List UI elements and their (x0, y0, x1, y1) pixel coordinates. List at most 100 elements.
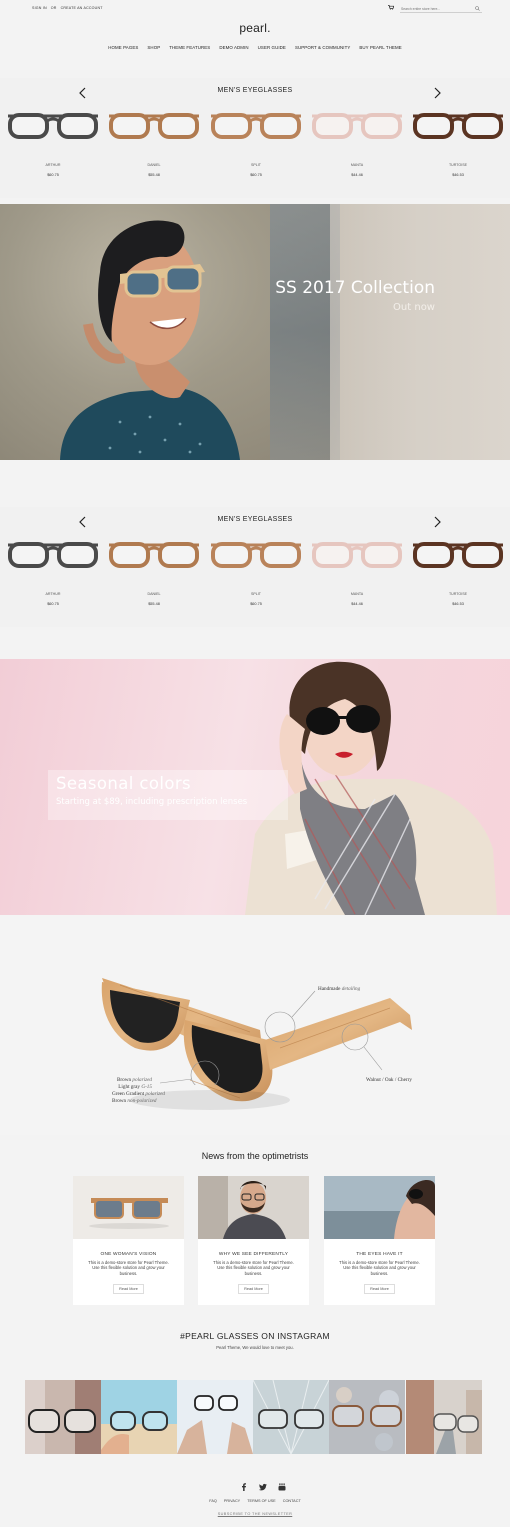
news-image[interactable] (324, 1176, 435, 1239)
nav-demo-admin[interactable]: DEMO ADMIN (219, 45, 248, 50)
eyeglasses-image (8, 542, 98, 568)
read-more-button[interactable]: Read More (364, 1284, 395, 1294)
product-card-turtoise[interactable]: TURTOISE $46.53 (411, 106, 505, 186)
facebook-icon[interactable] (240, 1483, 248, 1491)
search-input[interactable] (401, 5, 471, 12)
footer-link-terms[interactable]: TERMS OF USE (247, 1499, 275, 1503)
product-name: SPLIT (251, 163, 261, 167)
product-name: DANIEL (147, 592, 161, 596)
product-card-split[interactable]: SPLIT $60.75 (209, 535, 303, 615)
search-icon[interactable] (475, 6, 480, 11)
product-price: $60.75 (250, 173, 262, 177)
feature-label-handmade: Handmade detailing (318, 986, 360, 992)
banner-title: Seasonal colors (56, 774, 192, 793)
nav-home-pages[interactable]: HOME PAGES (108, 45, 138, 50)
collection-banner[interactable]: SS 2017 Collection Out now (0, 204, 510, 460)
product-name: ARTHUR (45, 163, 61, 167)
product-card-daniel[interactable]: DANIEL $55.48 (107, 535, 201, 615)
product-card-manta[interactable]: MANTA $44.46 (310, 106, 404, 186)
carousel-next-button[interactable] (432, 86, 442, 99)
product-carousel-2: MEN'S EYEGLASSES ARTHUR $60.75 DANIEL $55.… (0, 507, 510, 627)
sign-in-link[interactable]: SIGN IN (32, 6, 47, 10)
banner-title: SS 2017 Collection (275, 278, 435, 298)
nav-shop[interactable]: SHOP (147, 45, 160, 50)
main-nav: HOME PAGES SHOP THEME FEATURES DEMO ADMIN US… (0, 45, 510, 50)
carousel-prev-button[interactable] (78, 515, 88, 528)
instagram-photo[interactable] (25, 1380, 101, 1454)
product-name: SPLIT (251, 592, 261, 596)
nav-theme-features[interactable]: THEME FEATURES (169, 45, 210, 50)
banner-subtitle: Starting at $89, including prescription … (56, 797, 248, 807)
beach-glasses-photo (101, 1380, 177, 1454)
eyeglasses-image (312, 542, 402, 568)
nav-support-community[interactable]: SUPPORT & COMMUNITY (295, 45, 350, 50)
banner-subtitle: Out now (393, 302, 435, 313)
instagram-photo[interactable] (406, 1380, 482, 1454)
eyeglasses-image (8, 113, 98, 139)
lens-name: Light gray (118, 1084, 141, 1090)
product-price: $60.75 (250, 602, 262, 606)
callout-lines (159, 990, 383, 1085)
news-card-body: This is a demo-store store for Pearl The… (339, 1260, 420, 1276)
winter-glasses-photo (177, 1380, 253, 1454)
product-card-arthur[interactable]: ARTHUR $60.75 (6, 535, 100, 615)
news-card-title[interactable]: THE EYES HAVE IT (324, 1252, 435, 1257)
cart-icon[interactable] (388, 5, 394, 10)
bokeh-glasses-photo (329, 1380, 405, 1454)
seasonal-banner[interactable]: Seasonal colors Starting at $89, includi… (0, 659, 510, 915)
read-more-button[interactable]: Read More (113, 1284, 144, 1294)
carousel-next-button[interactable] (432, 515, 442, 528)
city-street-glasses-photo (406, 1380, 482, 1454)
news-image[interactable] (73, 1176, 184, 1239)
product-price: $55.48 (148, 602, 160, 606)
instagram-photo[interactable] (101, 1380, 177, 1454)
product-card-arthur[interactable]: ARTHUR $60.75 (6, 106, 100, 186)
top-bar: SIGN IN OR CREATE AN ACCOUNT (0, 0, 510, 18)
twitter-icon[interactable] (259, 1483, 267, 1491)
instagram-photo[interactable] (177, 1380, 253, 1454)
youtube-icon[interactable] (278, 1483, 286, 1491)
nav-user-guide[interactable]: USER GUIDE (258, 45, 286, 50)
instagram-photo[interactable] (329, 1380, 405, 1454)
eyeglasses-image (211, 542, 301, 568)
lens-type: polarized (145, 1091, 166, 1097)
product-price: $60.75 (47, 173, 59, 177)
nav-buy-pearl-theme[interactable]: BUY PEARL THEME (359, 45, 401, 50)
product-name: ARTHUR (45, 592, 61, 596)
lens-type: polarized (132, 1077, 152, 1083)
label-italic: detailing (341, 986, 361, 992)
news-image[interactable] (198, 1176, 309, 1239)
news-card-title[interactable]: ONE WOMAN'S VISION (73, 1252, 184, 1257)
lens-type: G-15 (141, 1084, 152, 1090)
product-card-manta[interactable]: MANTA $44.46 (310, 535, 404, 615)
product-price: $44.46 (351, 173, 363, 177)
product-card-turtoise[interactable]: TURTOISE $46.53 (411, 535, 505, 615)
instagram-subtitle: Pearl Theme, We would love to meet you. (216, 1345, 294, 1350)
news-card: WHY WE SEE DIFFERENTLY This is a demo-st… (198, 1176, 309, 1305)
news-section-title: News from the optimetrists (201, 1151, 309, 1161)
product-card-daniel[interactable]: DANIEL $55.48 (107, 106, 201, 186)
feature-label-woods: Walnut / Oak / Cherry (366, 1077, 412, 1083)
lens-name: Brown (112, 1098, 127, 1104)
label-text: Handmade (318, 986, 341, 992)
footer-links: FAQ PRIVACY TERMS OF USE CONTACT (0, 1499, 510, 1503)
or-text: OR (50, 6, 57, 10)
instagram-photo[interactable] (253, 1380, 329, 1454)
eyeglasses-image (413, 113, 503, 139)
product-name: MANTA (350, 163, 364, 167)
product-card-split[interactable]: SPLIT $60.75 (209, 106, 303, 186)
architecture-glasses-photo (253, 1380, 329, 1454)
footer-link-contact[interactable]: CONTACT (283, 1499, 301, 1503)
read-more-button[interactable]: Read More (238, 1284, 269, 1294)
lens-name: Brown (116, 1077, 132, 1083)
subscribe-newsletter-link[interactable]: SUBSCRIBE TO THE NEWSLETTER (0, 1512, 510, 1516)
product-price: $46.53 (452, 173, 464, 177)
footer-link-faq[interactable]: FAQ (209, 1499, 217, 1503)
carousel-prev-button[interactable] (78, 86, 88, 99)
search-box (400, 5, 482, 13)
create-account-link[interactable]: CREATE AN ACCOUNT (61, 6, 103, 10)
news-card-title[interactable]: WHY WE SEE DIFFERENTLY (198, 1252, 309, 1257)
eyeglasses-image (413, 542, 503, 568)
footer-link-privacy[interactable]: PRIVACY (224, 1499, 240, 1503)
site-logo[interactable]: pearl. (0, 21, 510, 35)
